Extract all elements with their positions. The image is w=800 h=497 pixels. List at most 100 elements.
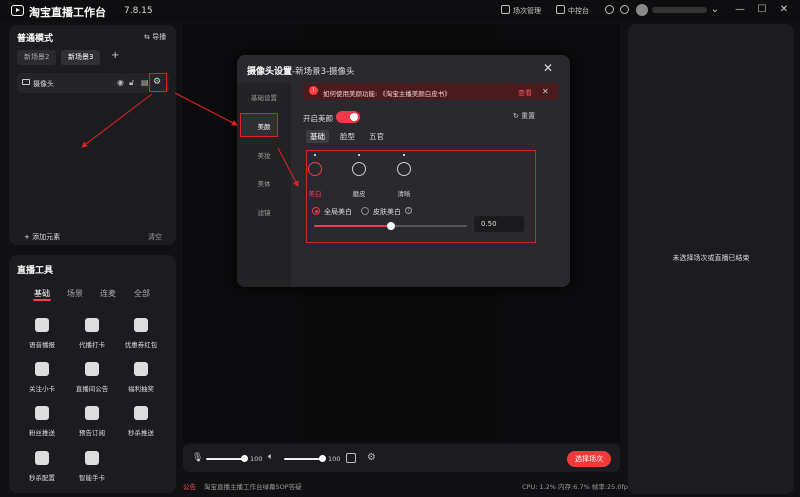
tools-tab-underline — [33, 299, 51, 301]
close-window-icon[interactable]: ✕ — [777, 3, 791, 17]
director-label: 导播 — [152, 33, 167, 41]
smoothing-icon[interactable] — [352, 162, 366, 176]
source-name: 摄像头 — [33, 80, 54, 88]
flash-sale-config-icon[interactable] — [35, 451, 49, 465]
visibility-eye-icon[interactable]: ◉ — [117, 78, 124, 87]
sidebar-item-body[interactable]: 美体 — [244, 178, 284, 188]
effect-indicator — [358, 154, 360, 156]
tool-label: 智能手卡 — [79, 474, 105, 482]
whitening-slider-knob[interactable] — [386, 222, 395, 230]
whitening-slider-fill — [314, 225, 391, 227]
fan-push-icon[interactable] — [35, 406, 49, 420]
tool-label: 优惠券红包 — [124, 341, 158, 349]
footer-notice[interactable]: 淘宝直播主播工作台绿幕SOP答疑 — [204, 481, 302, 491]
tab-scene-2[interactable]: 新场景2 — [17, 50, 57, 65]
radio-label-skin: 皮肤美白 — [373, 208, 401, 216]
effect-indicator — [403, 154, 405, 156]
console-icon[interactable] — [556, 5, 565, 14]
announcement-icon[interactable] — [85, 362, 99, 376]
sharpen-icon[interactable] — [397, 162, 411, 176]
flash-sale-push-icon[interactable] — [134, 406, 148, 420]
audio-settings-icon[interactable]: ⚙ — [367, 452, 376, 463]
radio-global-whitening[interactable] — [312, 207, 320, 215]
lottery-icon[interactable] — [134, 362, 148, 376]
reset-button[interactable]: ↻ 重置 — [513, 111, 535, 121]
smart-card-icon[interactable] — [85, 451, 99, 465]
tools-tab-scene[interactable]: 场景 — [67, 288, 83, 299]
footer-notice-label: 公告 — [183, 483, 196, 491]
mic-volume-slider[interactable] — [206, 458, 246, 460]
sidebar-item-filter[interactable]: 滤镜 — [244, 207, 284, 217]
lock-icon[interactable]: 🔓︎ — [129, 78, 134, 88]
mic-volume-knob[interactable] — [241, 455, 248, 462]
tools-tab-basic[interactable]: 基础 — [34, 288, 50, 299]
voice-broadcast-icon[interactable] — [35, 318, 49, 332]
username-redacted — [652, 7, 707, 13]
sidebar-item-beauty-label: 美颜 — [257, 123, 271, 131]
notice-view-link[interactable]: 查看 — [518, 88, 532, 98]
notice-close-icon[interactable]: ✕ — [542, 87, 549, 96]
tool-label: 粉丝推送 — [29, 429, 55, 437]
director-button[interactable]: ⇆ 导播 — [144, 32, 166, 42]
sidebar-item-basic[interactable]: 基础设置 — [244, 92, 284, 102]
preview-subscribe-icon[interactable] — [85, 406, 99, 420]
coupon-icon[interactable] — [134, 318, 148, 332]
help-circle-icon[interactable]: ? — [405, 207, 412, 214]
console-link[interactable]: 中控台 — [568, 6, 589, 16]
delete-icon[interactable]: ▤ — [141, 78, 149, 87]
no-session-message: 未选择场次或直播已结束 — [672, 254, 750, 262]
speaker-icon[interactable]: 🔈︎ — [268, 452, 273, 462]
microphone-icon[interactable]: 🎙︎ — [192, 453, 203, 463]
speaker-volume-slider[interactable] — [284, 458, 324, 460]
tool-label: 预告订阅 — [79, 429, 105, 437]
maximize-icon[interactable]: ☐ — [755, 3, 769, 17]
add-scene-button[interactable]: + — [111, 50, 119, 61]
tab-face-shape[interactable]: 脸型 — [336, 130, 359, 143]
effect-label-whitening: 美白 — [308, 190, 322, 198]
checkin-icon[interactable] — [85, 318, 99, 332]
tab-features[interactable]: 五官 — [365, 130, 388, 143]
session-manage-link[interactable]: 场次管理 — [513, 6, 541, 16]
audio-bar — [183, 444, 620, 472]
tool-label: 秒杀配置 — [29, 474, 55, 482]
minimize-icon[interactable]: — — [733, 3, 747, 17]
speaker-volume-knob[interactable] — [319, 455, 326, 462]
tool-label: 直播间公告 — [75, 385, 109, 393]
radio-skin-whitening[interactable] — [361, 207, 369, 215]
tools-title: 直播工具 — [17, 266, 54, 276]
dialog-title: 摄像头设置 — [247, 67, 293, 77]
equalizer-icon[interactable] — [346, 453, 356, 463]
follow-card-icon[interactable] — [35, 362, 49, 376]
close-icon[interactable]: ✕ — [543, 61, 553, 75]
mic-volume-value: 100 — [250, 455, 263, 463]
select-session-button[interactable]: 选择场次 — [567, 451, 611, 467]
add-element-button[interactable]: + 添加元素 — [24, 232, 60, 242]
message-icon[interactable] — [620, 5, 629, 14]
chevron-down-icon[interactable]: ⌄ — [708, 3, 722, 17]
tools-tab-all[interactable]: 全部 — [134, 288, 150, 299]
dialog-subtitle: -新场景3-摄像头 — [292, 67, 355, 77]
whitening-value-input[interactable]: 0.50 — [474, 216, 524, 232]
tab-basic[interactable]: 基础 — [306, 130, 329, 143]
tool-label: 代播打卡 — [79, 341, 105, 349]
camera-icon — [22, 79, 30, 85]
help-icon[interactable] — [605, 5, 614, 14]
tools-tab-link[interactable]: 连麦 — [100, 288, 116, 299]
enable-beauty-label: 开启美颜 — [303, 114, 333, 123]
enable-beauty-toggle[interactable] — [336, 111, 360, 123]
tab-scene-3[interactable]: 新场景3 — [61, 50, 101, 65]
app-version: 7.8.15 — [124, 6, 153, 16]
whitening-icon[interactable] — [308, 162, 322, 176]
mode-title: 普通模式 — [17, 34, 54, 44]
schedule-icon[interactable] — [501, 5, 510, 14]
effect-indicator — [314, 154, 316, 156]
speaker-volume-value: 100 — [328, 455, 341, 463]
add-element-label: 添加元素 — [32, 233, 61, 241]
tool-label: 关注小卡 — [29, 385, 55, 393]
reset-label: 重置 — [521, 112, 536, 120]
sidebar-item-makeup[interactable]: 美妆 — [244, 150, 284, 160]
clear-button[interactable]: 清空 — [148, 232, 162, 242]
gear-icon[interactable]: ⚙ — [153, 77, 161, 87]
avatar[interactable] — [636, 4, 648, 16]
info-icon: ! — [309, 86, 318, 95]
